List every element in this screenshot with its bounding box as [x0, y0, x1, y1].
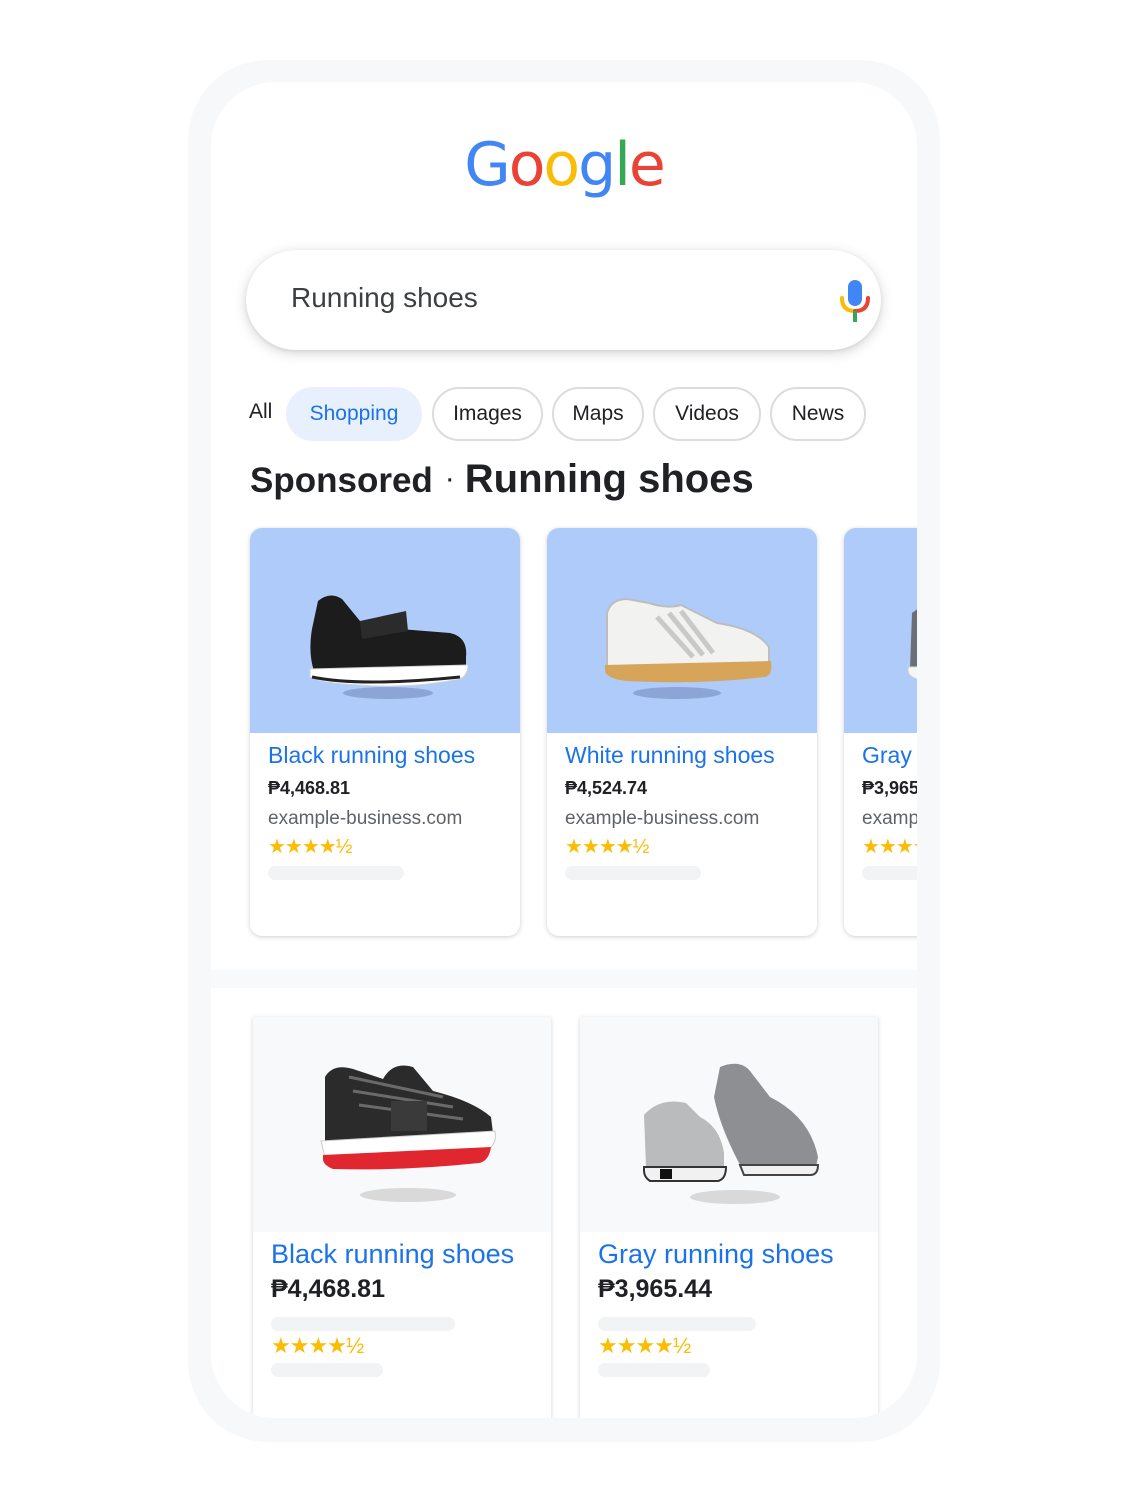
product-title[interactable]: Black running shoes	[271, 1239, 514, 1270]
gray-shoe-image	[907, 609, 917, 680]
placeholder-line	[565, 866, 701, 880]
section-divider	[211, 970, 917, 988]
product-card[interactable]: Black running shoes ₱4,468.81 ★★★★½	[253, 1017, 551, 1418]
star-rating: ★★★★½	[565, 836, 649, 858]
tab-videos[interactable]: Videos	[653, 387, 761, 441]
product-title[interactable]: White running shoes	[565, 742, 775, 769]
tab-images[interactable]: Images	[432, 387, 543, 441]
product-image	[250, 528, 520, 733]
logo-letter: G	[464, 130, 510, 200]
placeholder-line	[598, 1363, 710, 1377]
product-title[interactable]: Black running shoes	[268, 742, 475, 769]
product-price: ₱4,468.81	[271, 1275, 385, 1303]
sponsored-label: Sponsored	[250, 461, 433, 500]
white-shoe-image	[605, 597, 772, 699]
black-shoe-image	[309, 595, 469, 699]
logo-letter: l	[614, 130, 631, 200]
search-bar[interactable]: Running shoes	[246, 250, 881, 350]
placeholder-line	[271, 1363, 383, 1377]
product-image	[253, 1017, 551, 1232]
product-image	[844, 528, 917, 733]
product-price: ₱4,524.74	[565, 778, 648, 798]
product-card[interactable]: Gray running shoes ₱3,965.44 ★★★★½	[580, 1017, 878, 1418]
google-logo: Google	[211, 130, 917, 200]
product-title[interactable]: Gray running shoes	[598, 1239, 834, 1270]
product-image	[580, 1017, 878, 1232]
section-heading: Sponsored · Running shoes	[250, 457, 754, 502]
product-card[interactable]: Black running shoes ₱4,468.81 example-bu…	[250, 528, 520, 936]
tab-all[interactable]: All	[249, 387, 283, 441]
search-input[interactable]: Running shoes	[291, 282, 478, 314]
placeholder-line	[598, 1317, 756, 1331]
merchant-site: example-business.com	[268, 808, 463, 829]
logo-letter: g	[578, 130, 616, 200]
merchant-site: example-business.com	[565, 808, 760, 829]
black-red-shoe-image	[320, 1065, 496, 1202]
placeholder-line	[271, 1317, 455, 1331]
logo-letter: o	[508, 130, 546, 200]
microphone-icon[interactable]	[838, 278, 872, 324]
product-card[interactable]: White running shoes ₱4,524.74 example-bu…	[547, 528, 817, 936]
product-title[interactable]: Gray running shoes	[862, 742, 917, 769]
star-rating: ★★★★½	[271, 1333, 364, 1358]
placeholder-line	[268, 866, 404, 880]
logo-letter: e	[628, 130, 666, 200]
product-image	[547, 528, 817, 733]
star-rating: ★★★★½	[268, 836, 352, 858]
merchant-site: example-business.com	[862, 808, 917, 829]
heading-separator: ·	[444, 462, 455, 495]
star-rating: ★★★★½	[598, 1333, 691, 1358]
section-title: Running shoes	[464, 457, 754, 501]
star-rating: ★★★★½	[862, 836, 917, 858]
product-price: ₱4,468.81	[268, 778, 351, 798]
logo-letter: o	[543, 130, 580, 200]
product-price: ₱3,965.44	[598, 1275, 712, 1303]
product-card[interactable]: Gray running shoes ₱3,965.44 example-bus…	[844, 528, 917, 936]
phone-screen: Google Running shoes All Shopping Images…	[211, 82, 917, 1418]
gray-shoes-image	[643, 1063, 820, 1204]
tab-maps[interactable]: Maps	[552, 387, 644, 441]
tab-shopping[interactable]: Shopping	[286, 387, 422, 441]
product-price: ₱3,965.44	[862, 778, 917, 798]
tab-news[interactable]: News	[770, 387, 866, 441]
placeholder-line	[862, 866, 917, 880]
